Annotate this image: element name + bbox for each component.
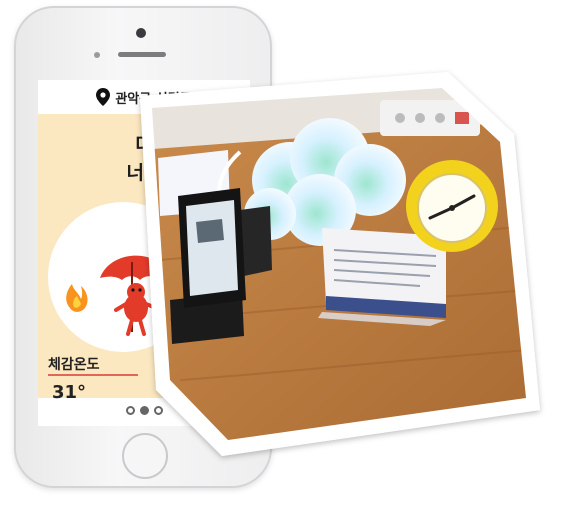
yellow-alarm-clock [406, 160, 498, 252]
tablet-device [178, 188, 246, 308]
product-photo-card [140, 72, 540, 456]
photo-content [152, 88, 526, 440]
